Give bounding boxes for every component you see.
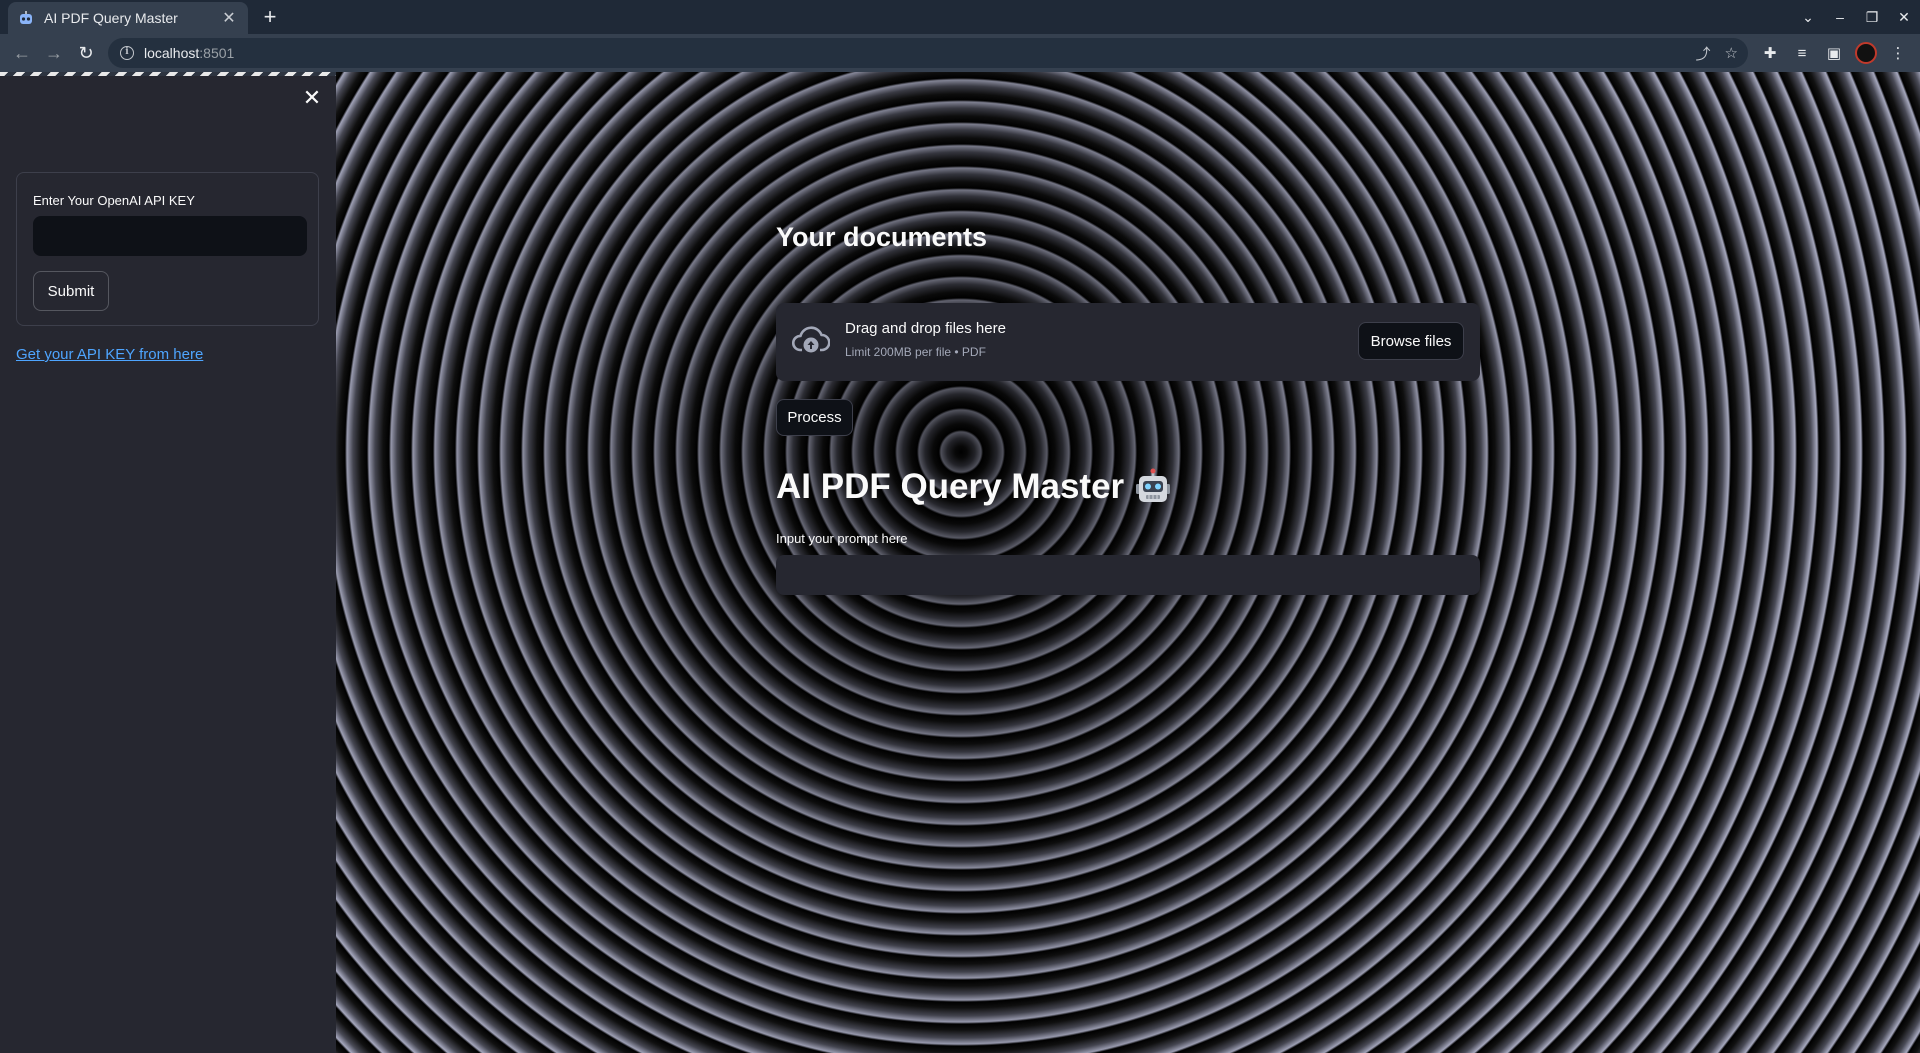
robot-favicon-icon — [20, 11, 32, 24]
dropzone-limit-text: Limit 200MB per file • PDF — [845, 345, 986, 359]
dropzone-title: Drag and drop files here — [845, 320, 1006, 337]
forward-icon[interactable]: → — [38, 37, 70, 69]
close-window-icon[interactable]: ✕ — [1888, 0, 1920, 34]
restore-icon[interactable]: ❐ — [1856, 0, 1888, 34]
get-api-key-link[interactable]: Get your API KEY from here — [16, 346, 203, 363]
robot-icon — [1136, 468, 1171, 502]
bookmark-star-icon[interactable]: ☆ — [1725, 44, 1738, 62]
new-tab-icon[interactable]: + — [258, 5, 282, 29]
api-key-input[interactable] — [33, 216, 307, 256]
app-area: ✕ Enter Your OpenAI API KEY Submit Get y… — [0, 72, 1920, 1053]
file-uploader-dropzone[interactable]: Drag and drop files here Limit 200MB per… — [776, 303, 1480, 381]
tab-title: AI PDF Query Master — [44, 10, 178, 26]
reading-list-icon[interactable]: ≡ — [1788, 39, 1816, 67]
tab-close-icon[interactable]: ✕ — [220, 8, 238, 28]
app-title-text: AI PDF Query Master — [776, 467, 1125, 506]
cloud-upload-icon — [792, 326, 830, 353]
api-key-label: Enter Your OpenAI API KEY — [33, 193, 195, 208]
url-host: localhost — [144, 45, 200, 61]
site-info-icon[interactable]: i — [120, 46, 134, 60]
window-controls: ⌄ – ❐ ✕ — [1792, 0, 1920, 34]
sidebar: ✕ Enter Your OpenAI API KEY Submit Get y… — [0, 72, 336, 1053]
extensions-icon[interactable]: ✚ — [1756, 39, 1784, 67]
browser-tab[interactable]: AI PDF Query Master ✕ — [8, 2, 248, 34]
api-key-form: Enter Your OpenAI API KEY Submit — [16, 172, 319, 326]
process-button[interactable]: Process — [776, 399, 853, 436]
submit-button[interactable]: Submit — [33, 271, 109, 311]
sidebar-close-icon[interactable]: ✕ — [300, 86, 324, 110]
documents-heading: Your documents — [776, 222, 988, 252]
browse-files-button[interactable]: Browse files — [1358, 322, 1464, 360]
browser-menu-icon[interactable]: ⋮ — [1884, 39, 1912, 67]
url-port: :8501 — [199, 45, 235, 61]
browser-toolbar: ← → ↻ i localhost:8501 ⤴ ☆ ✚ ≡ ▣ ⋮ — [0, 34, 1920, 72]
prompt-label: Input your prompt here — [776, 531, 908, 546]
running-indicator — [0, 72, 336, 76]
address-bar[interactable]: i localhost:8501 ⤴ ☆ — [108, 38, 1748, 68]
share-icon[interactable]: ⤴ — [1696, 43, 1711, 64]
app-title: AI PDF Query Master — [776, 467, 1172, 507]
side-panel-icon[interactable]: ▣ — [1820, 39, 1848, 67]
back-icon[interactable]: ← — [6, 37, 38, 69]
profile-avatar[interactable] — [1852, 39, 1880, 67]
browser-tabbar: AI PDF Query Master ✕ + ⌄ – ❐ ✕ — [0, 0, 1920, 34]
reload-icon[interactable]: ↻ — [70, 37, 102, 69]
minimize-icon[interactable]: – — [1824, 0, 1856, 34]
tab-search-icon[interactable]: ⌄ — [1792, 0, 1824, 34]
prompt-input[interactable] — [776, 555, 1480, 595]
